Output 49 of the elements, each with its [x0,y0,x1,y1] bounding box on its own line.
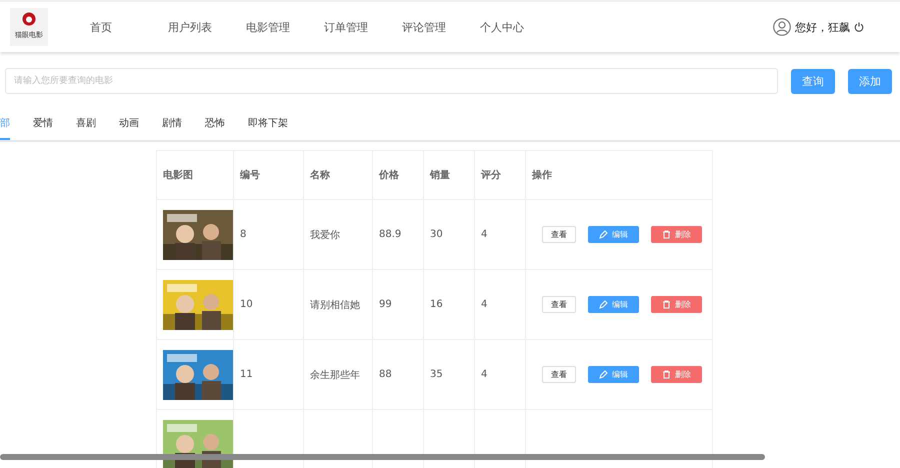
column-header: 价格 [379,170,399,181]
column-header: 销量 [430,170,450,181]
pencil-icon [599,300,608,309]
pencil-icon [599,230,608,239]
view-button[interactable]: 查看 [542,366,576,383]
table-cell: 99 [379,299,392,310]
category-tab[interactable]: 动画 [119,116,139,138]
scrollbar[interactable] [0,454,765,460]
table-cell: 4 [481,299,488,310]
nav-link[interactable]: 订单管理 [324,20,402,34]
table-cell: 10 [240,299,253,310]
column-header: 编号 [240,170,260,181]
category-tab[interactable]: 喜剧 [76,116,96,138]
category-tab[interactable]: 爱情 [33,116,53,138]
table-cell: 请别相信她 [310,300,360,310]
nav-link[interactable]: 首页 [90,20,168,34]
column-header: 电影图 [163,170,193,181]
category-tab[interactable]: 恐怖 [205,116,225,138]
table-cell: 8 [240,229,246,240]
user-icon [773,18,791,36]
table-cell: 35 [430,369,443,380]
nav-link[interactable]: 用户列表 [168,20,246,34]
column-header: 评分 [481,170,501,181]
table-cell: 30 [430,229,443,240]
user-greeting: 您好，狂飙 [795,20,850,34]
trash-icon [662,300,671,309]
trash-icon [662,230,671,239]
table-cell: 4 [481,369,488,380]
nav-link[interactable]: 电影管理 [246,20,324,34]
table-cell: 我爱你 [310,230,340,240]
table-cell: 16 [430,299,443,310]
search-field[interactable]: 请输入您所要查询的电影 [5,68,778,94]
nav-link[interactable]: 评论管理 [402,20,480,34]
trash-icon [662,370,671,379]
table-cell: 11 [240,369,253,380]
pencil-icon [599,370,608,379]
view-button[interactable]: 查看 [542,226,576,243]
logo-icon [22,12,36,26]
view-button[interactable]: 查看 [542,296,576,313]
column-header: 名称 [310,170,330,181]
column-header: 操作 [532,170,552,181]
nav-link[interactable]: 个人中心 [480,20,558,34]
table-cell: 88 [379,369,392,380]
table-cell: 余生那些年 [310,370,360,380]
table-cell: 4 [481,229,488,240]
power-icon[interactable] [854,22,864,32]
table-cell: 88.9 [379,229,402,240]
category-tab[interactable]: 即将下架 [248,116,288,138]
category-tab[interactable]: 剧情 [162,116,182,138]
